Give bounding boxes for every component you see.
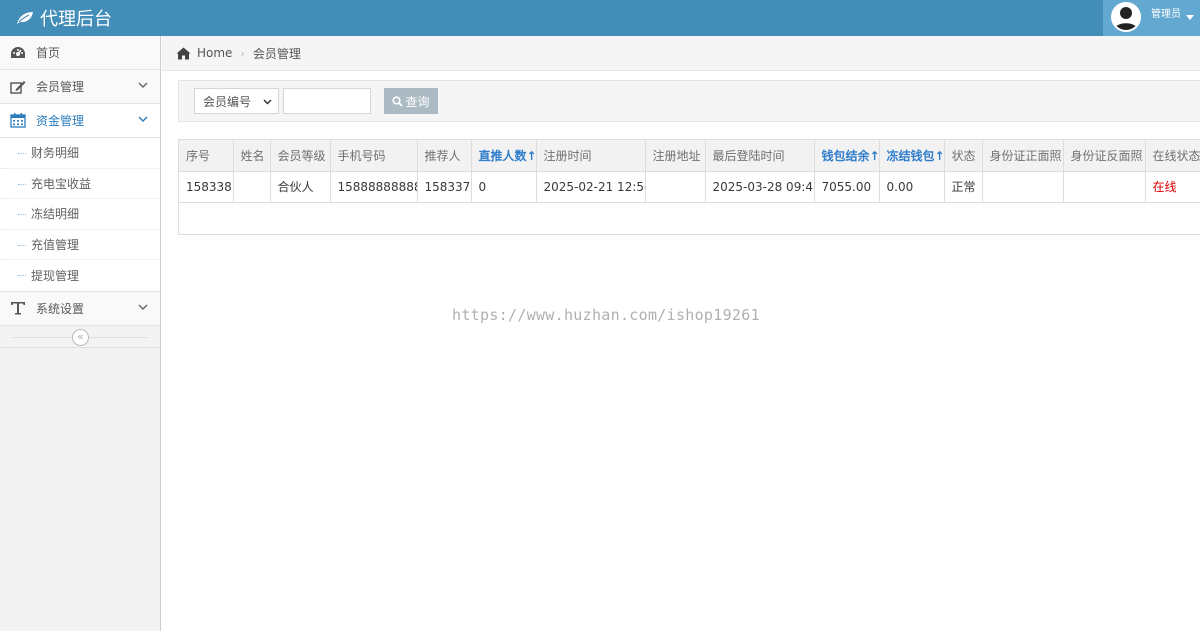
leaf-icon — [17, 12, 33, 24]
table-cell: 2025-03-28 09:48 — [705, 171, 815, 203]
table-cell: 15888888888 — [330, 171, 418, 203]
chevron-down-icon — [263, 99, 272, 105]
home-icon — [176, 47, 191, 59]
chevron-down-icon — [138, 304, 148, 310]
column-header[interactable]: 冻结钱包↑ — [879, 140, 945, 172]
table-cell — [1063, 171, 1146, 203]
table-cell: 合伙人 — [270, 171, 331, 203]
submenu-item-label: 提现管理 — [31, 268, 80, 283]
user-icon — [1113, 4, 1139, 30]
breadcrumb-separator: › — [240, 46, 245, 60]
breadcrumb-home-label: Home — [197, 46, 233, 60]
submenu-item-powerbank-income[interactable]: 充电宝收益 — [0, 169, 160, 199]
dashboard-icon — [0, 46, 36, 60]
column-header: 注册时间 — [536, 140, 646, 172]
column-header: 身份证正面照 — [982, 140, 1064, 172]
sidebar-item-settings[interactable]: 系统设置 — [0, 291, 160, 326]
sidebar-item-label: 系统设置 — [36, 301, 85, 316]
breadcrumb: Home › 会员管理 — [162, 36, 1200, 71]
table-header-row: 序号 姓名 会员等级 手机号码 推荐人 直推人数↑ 注册时间 注册地址 最后登陆时间 钱包结余↑ 冻… — [179, 140, 1200, 172]
sidebar: 首页 会员管理 资金管理 财务明细 充电宝收益 冻结明细 充值管理 提现管理 系… — [0, 36, 161, 631]
text-t-icon — [0, 301, 36, 315]
search-button-label: 查询 — [405, 94, 430, 109]
chevron-down-icon — [138, 82, 148, 88]
table-cell — [645, 171, 706, 203]
column-header: 推荐人 — [417, 140, 472, 172]
submenu-item-label: 充电宝收益 — [31, 176, 92, 191]
column-header: 最后登陆时间 — [705, 140, 815, 172]
user-name: 管理员 — [1151, 9, 1181, 20]
table-cell: 0 — [471, 171, 537, 203]
column-header: 注册地址 — [645, 140, 706, 172]
column-header: 会员等级 — [270, 140, 331, 172]
chevron-down-icon — [138, 116, 148, 122]
table-cell — [982, 171, 1064, 203]
column-header: 身份证反面照 — [1063, 140, 1146, 172]
search-input[interactable] — [283, 88, 371, 114]
table-cell: 0.00 — [879, 171, 945, 203]
member-table: 序号 姓名 会员等级 手机号码 推荐人 直推人数↑ 注册时间 注册地址 最后登陆时间 钱包结余↑ 冻… — [178, 139, 1200, 235]
table-cell: 在线 — [1145, 171, 1200, 203]
table-cell: 正常 — [944, 171, 983, 203]
table-cell — [233, 171, 271, 203]
caret-down-icon — [1186, 15, 1194, 20]
column-header: 在线状态 — [1145, 140, 1200, 172]
breadcrumb-home[interactable]: Home — [176, 46, 232, 60]
submenu-item-label: 财务明细 — [31, 146, 80, 161]
table-row: 158338 合伙人 15888888888 158337 0 2025-02-21 12… — [179, 171, 1200, 203]
watermark: https://www.huzhan.com/ishop19261 — [452, 306, 760, 324]
column-header: 序号 — [179, 140, 234, 172]
search-button[interactable]: 查询 — [384, 88, 438, 114]
column-header: 状态 — [944, 140, 983, 172]
search-bar: 会员编号 查询 — [178, 80, 1200, 122]
submenu-item-label: 充值管理 — [31, 237, 80, 252]
pencil-square-icon — [0, 80, 36, 94]
user-menu[interactable]: 管理员 — [1103, 0, 1200, 36]
submenu-item-withdraw[interactable]: 提现管理 — [0, 260, 160, 291]
top-navbar: 代理后台 管理员 — [0, 0, 1200, 36]
column-header: 姓名 — [233, 140, 271, 172]
search-field-select[interactable]: 会员编号 — [194, 88, 279, 114]
funds-submenu: 财务明细 充电宝收益 冻结明细 充值管理 提现管理 — [0, 138, 160, 292]
submenu-item-recharge[interactable]: 充值管理 — [0, 230, 160, 260]
sidebar-item-funds[interactable]: 资金管理 — [0, 104, 160, 138]
submenu-item-frozen-detail[interactable]: 冻结明细 — [0, 199, 160, 230]
column-header[interactable]: 直推人数↑ — [471, 140, 537, 172]
table-cell: 158338 — [179, 171, 234, 203]
breadcrumb-current: 会员管理 — [252, 46, 301, 61]
sidebar-item-label: 会员管理 — [36, 80, 85, 94]
submenu-item-label: 冻结明细 — [31, 207, 80, 222]
table-cell: 2025-02-21 12:50 — [536, 171, 646, 203]
double-chevron-left-icon: « — [77, 329, 84, 343]
brand[interactable]: 代理后台 — [16, 0, 112, 36]
collapse-sidebar-button[interactable]: « — [72, 328, 89, 346]
submenu-item-finance-detail[interactable]: 财务明细 — [0, 138, 160, 169]
avatar — [1111, 2, 1141, 32]
calendar-icon — [0, 113, 36, 128]
sidebar-item-members[interactable]: 会员管理 — [0, 70, 160, 104]
sidebar-item-home[interactable]: 首页 — [0, 36, 160, 70]
search-icon — [392, 95, 404, 107]
table-cell: 7055.00 — [814, 171, 880, 203]
app-title: 代理后台 — [40, 9, 112, 30]
sidebar-item-label: 资金管理 — [36, 114, 85, 128]
table-cell: 158337 — [417, 171, 472, 203]
search-field-select-value: 会员编号 — [203, 94, 252, 109]
column-header: 手机号码 — [330, 140, 418, 172]
column-header[interactable]: 钱包结余↑ — [814, 140, 880, 172]
sidebar-collapse-bar: « — [0, 325, 160, 348]
sidebar-item-label: 首页 — [36, 46, 61, 60]
